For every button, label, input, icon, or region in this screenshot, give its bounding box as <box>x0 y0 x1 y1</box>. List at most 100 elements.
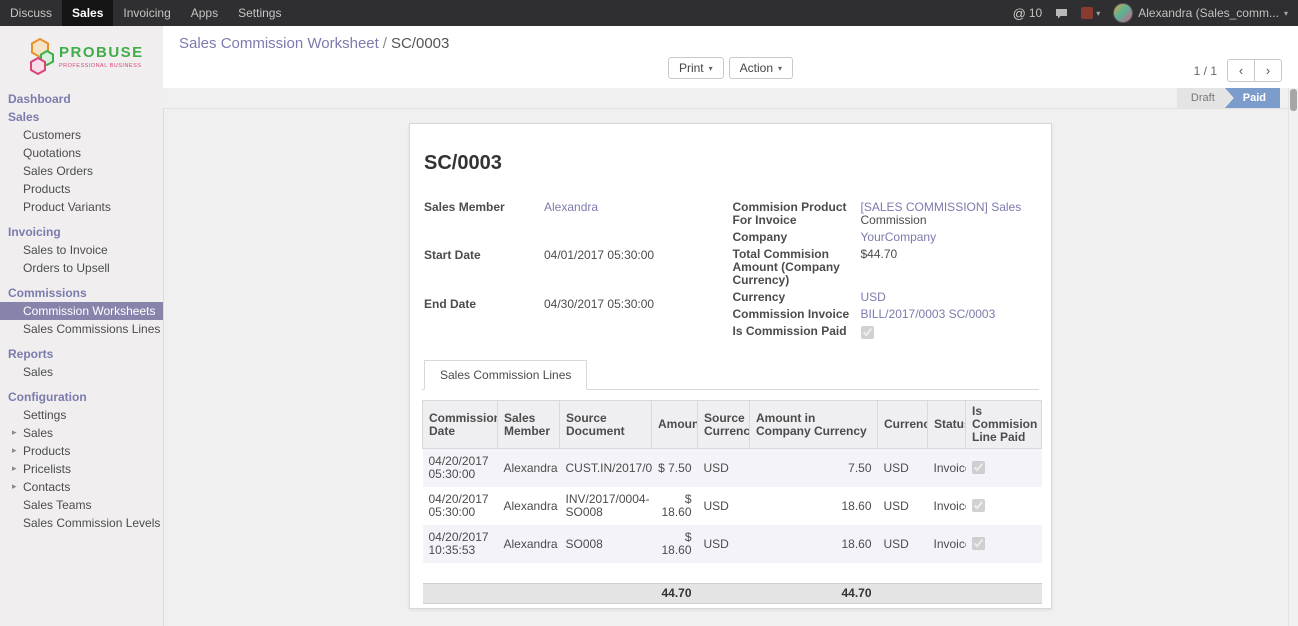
menu-apps[interactable]: Apps <box>181 0 228 26</box>
pager-next-button[interactable]: › <box>1254 59 1282 82</box>
field-label-sales-member: Sales Member <box>422 199 544 247</box>
table-row[interactable]: 04/20/2017 10:35:53 Alexandra SO008 $ 18… <box>423 525 1042 563</box>
scrollbar-thumb[interactable] <box>1290 89 1297 111</box>
col-header-is-commission-line-paid[interactable]: Is Commision Line Paid <box>966 401 1042 449</box>
sidebar-item-config-settings[interactable]: Settings <box>0 406 163 424</box>
col-header-currency[interactable]: Currency <box>878 401 928 449</box>
sidebar-section-reports[interactable]: Reports <box>0 345 163 363</box>
field-groups: Sales Member Alexandra Start Date 04/01/… <box>422 199 1039 344</box>
sidebar-item-quotations[interactable]: Quotations <box>0 144 163 162</box>
currency-link[interactable]: USD <box>861 290 886 304</box>
sidebar-item-config-products[interactable]: ▸ Products <box>0 442 163 460</box>
print-button[interactable]: Print ▾ <box>668 57 724 79</box>
sidebar-item-commission-worksheets[interactable]: Commission Worksheets <box>0 302 163 320</box>
pager-count: 1 / 1 <box>1194 64 1217 78</box>
col-header-amount[interactable]: Amount <box>652 401 698 449</box>
commission-product-link[interactable]: [SALES COMMISSION] Sales <box>861 200 1022 214</box>
sidebar-item-orders-to-upsell[interactable]: Orders to Upsell <box>0 259 163 277</box>
logo-title: PROBUSE <box>59 45 144 62</box>
menu-discuss[interactable]: Discuss <box>0 0 62 26</box>
support-icon[interactable]: ▾ <box>1081 7 1100 19</box>
commission-invoice-link[interactable]: BILL/2017/0003 SC/0003 <box>861 307 996 321</box>
field-label-company: Company <box>731 229 861 246</box>
sidebar-item-config-contacts[interactable]: ▸ Contacts <box>0 478 163 496</box>
sidebar-section-configuration[interactable]: Configuration <box>0 388 163 406</box>
menu-invoicing[interactable]: Invoicing <box>113 0 180 26</box>
control-panel: Sales Commission Worksheet/SC/0003 Print… <box>163 26 1298 88</box>
logo-subtitle: PROFESSIONAL BUSINESS <box>59 63 144 69</box>
col-header-commission-date[interactable]: Commission Date <box>423 401 498 449</box>
sidebar-item-products[interactable]: Products <box>0 180 163 198</box>
cell-currency: USD <box>878 525 928 563</box>
sidebar-item-dashboard[interactable]: Dashboard <box>0 90 163 108</box>
line-paid-checkbox[interactable] <box>972 461 985 474</box>
sidebar-item-customers[interactable]: Customers <box>0 126 163 144</box>
record-title: SC/0003 <box>424 152 1039 175</box>
sidebar-item-sales-orders[interactable]: Sales Orders <box>0 162 163 180</box>
field-label-start-date: Start Date <box>422 247 544 295</box>
sidebar-section-commissions[interactable]: Commissions <box>0 284 163 302</box>
chevron-down-icon: ▾ <box>1284 9 1288 18</box>
sidebar-item-sales-to-invoice[interactable]: Sales to Invoice <box>0 241 163 259</box>
logo-hexagons-icon <box>28 38 54 76</box>
cell-sales-member: Alexandra <box>498 449 560 488</box>
cell-amount: $ 18.60 <box>652 525 698 563</box>
cell-currency: USD <box>878 487 928 525</box>
tab-sales-commission-lines[interactable]: Sales Commission Lines <box>424 360 587 390</box>
sidebar-item-reports-sales[interactable]: Sales <box>0 363 163 381</box>
vertical-scrollbar[interactable] <box>1288 88 1298 626</box>
sidebar-item-label: Contacts <box>23 480 70 494</box>
status-step-paid[interactable]: Paid <box>1225 88 1280 108</box>
sidebar-item-label: Products <box>23 444 70 458</box>
field-label-commission-product: Commision Product For Invoice <box>731 199 861 229</box>
avatar <box>1113 3 1133 23</box>
cell-commission-date: 04/20/2017 05:30:00 <box>423 449 498 488</box>
menu-settings[interactable]: Settings <box>228 0 291 26</box>
is-commission-paid-checkbox[interactable] <box>861 326 874 339</box>
table-row[interactable]: 04/20/2017 05:30:00 Alexandra CUST.IN/20… <box>423 449 1042 488</box>
activities-indicator[interactable]: @ 10 <box>1013 6 1043 21</box>
cell-company-amount: 18.60 <box>750 487 878 525</box>
col-header-source-currency[interactable]: Source Currency <box>698 401 750 449</box>
company-link[interactable]: YourCompany <box>861 230 937 244</box>
cell-line-paid <box>966 449 1042 488</box>
col-header-sales-member[interactable]: Sales Member <box>498 401 560 449</box>
breadcrumb-parent-link[interactable]: Sales Commission Worksheet <box>179 35 379 52</box>
sidebar-item-sales-commission-levels[interactable]: Sales Commission Levels <box>0 514 163 532</box>
breadcrumb: Sales Commission Worksheet/SC/0003 <box>163 26 1298 52</box>
menu-sales[interactable]: Sales <box>62 0 113 26</box>
table-row[interactable]: 04/20/2017 05:30:00 Alexandra INV/2017/0… <box>423 487 1042 525</box>
status-bar: Draft Paid <box>163 88 1298 109</box>
total-commission-amount-value: $44.70 <box>861 246 1040 289</box>
sidebar-item-config-pricelists[interactable]: ▸ Pricelists <box>0 460 163 478</box>
cell-status: Invoiced <box>928 449 966 488</box>
sidebar-item-sales-teams[interactable]: Sales Teams <box>0 496 163 514</box>
activity-count: 10 <box>1029 6 1042 20</box>
sidebar-item-config-sales[interactable]: ▸ Sales <box>0 424 163 442</box>
col-header-status[interactable]: Status <box>928 401 966 449</box>
print-button-label: Print <box>679 61 704 75</box>
total-amount: 44.70 <box>652 584 698 604</box>
sidebar-section-sales[interactable]: Sales <box>0 108 163 126</box>
pager: 1 / 1 ‹ › <box>1194 59 1282 82</box>
sales-member-link[interactable]: Alexandra <box>544 200 598 214</box>
status-step-draft[interactable]: Draft <box>1177 88 1233 108</box>
pager-previous-button[interactable]: ‹ <box>1227 59 1254 82</box>
cell-company-amount: 7.50 <box>750 449 878 488</box>
sidebar-item-product-variants[interactable]: Product Variants <box>0 198 163 216</box>
field-label-total-commission-amount: Total Commision Amount (Company Currency… <box>731 246 861 289</box>
col-header-amount-company-currency[interactable]: Amount in Company Currency <box>750 401 878 449</box>
col-header-source-document[interactable]: Source Document <box>560 401 652 449</box>
user-menu[interactable]: Alexandra (Sales_comm... ▾ <box>1113 3 1288 23</box>
chevron-right-icon: ▸ <box>12 463 17 474</box>
sidebar-item-sales-commissions-lines[interactable]: Sales Commissions Lines <box>0 320 163 338</box>
chevron-down-icon: ▾ <box>709 64 713 73</box>
action-button[interactable]: Action ▾ <box>729 57 793 79</box>
sidebar-section-invoicing[interactable]: Invoicing <box>0 223 163 241</box>
line-paid-checkbox[interactable] <box>972 499 985 512</box>
messages-icon[interactable] <box>1055 8 1068 19</box>
cell-commission-date: 04/20/2017 10:35:53 <box>423 525 498 563</box>
line-paid-checkbox[interactable] <box>972 537 985 550</box>
cell-amount: $ 18.60 <box>652 487 698 525</box>
support-glyph-icon <box>1081 7 1093 19</box>
